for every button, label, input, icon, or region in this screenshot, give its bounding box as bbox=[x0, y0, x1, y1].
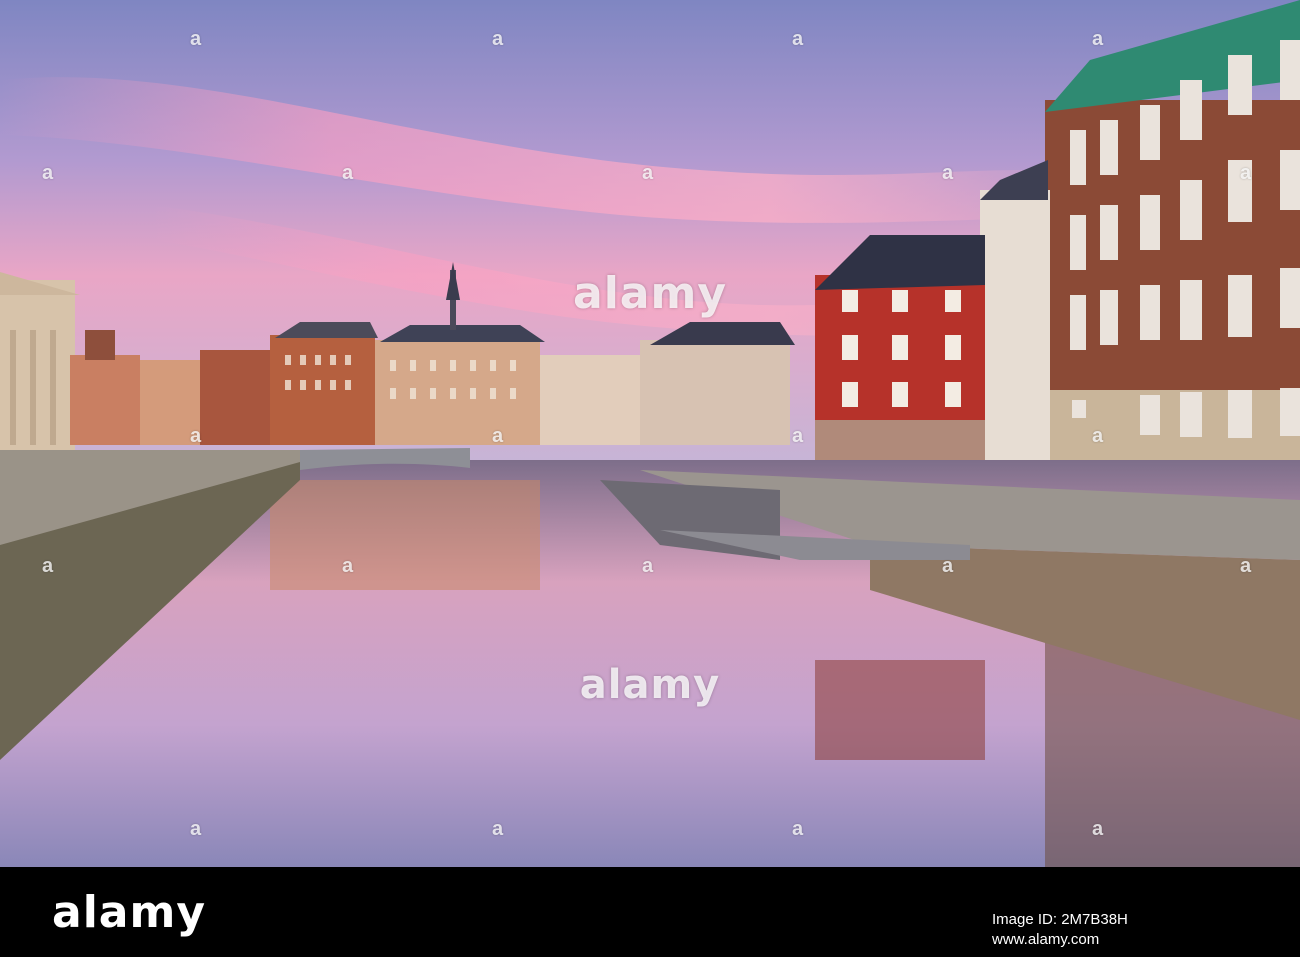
alamy-logo[interactable]: alamy bbox=[52, 887, 206, 938]
footer-bar: alamy Image ID: 2M7B38H www.alamy.com bbox=[0, 867, 1300, 957]
watermark-tile: a bbox=[42, 555, 54, 577]
watermark-tile: a bbox=[1240, 162, 1252, 184]
watermark-tile: a bbox=[190, 28, 202, 50]
image-id: Image ID: 2M7B38H bbox=[992, 911, 1128, 928]
watermark-tile: a bbox=[792, 818, 804, 840]
watermark-tile: a bbox=[1092, 818, 1104, 840]
site-url[interactable]: www.alamy.com bbox=[992, 931, 1099, 948]
watermark-tile: a bbox=[1092, 28, 1104, 50]
watermark-tile: a bbox=[342, 162, 354, 184]
watermark-tile: a bbox=[792, 28, 804, 50]
watermark-tile: a bbox=[642, 555, 654, 577]
watermark-tile: a bbox=[42, 162, 54, 184]
cream-building bbox=[980, 160, 1050, 500]
watermark-tile: a bbox=[1092, 425, 1104, 447]
watermark-tile: a bbox=[942, 555, 954, 577]
photo-canvas: a a a a a a a a a a a a a a a a a a a a … bbox=[0, 0, 1300, 867]
watermark-tile: a bbox=[190, 425, 202, 447]
watermark-tile: a bbox=[1240, 555, 1252, 577]
watermark-tile: a bbox=[792, 425, 804, 447]
watermark-tile: a bbox=[492, 28, 504, 50]
watermark-tile: a bbox=[942, 162, 954, 184]
watermark-logo-top: alamy bbox=[573, 268, 727, 319]
watermark-logo-middle: alamy bbox=[579, 662, 721, 708]
watermark-tile: a bbox=[492, 818, 504, 840]
watermark-tile: a bbox=[190, 818, 202, 840]
watermark-tile: a bbox=[342, 555, 354, 577]
watermark-tile: a bbox=[492, 425, 504, 447]
watermark-tile: a bbox=[642, 162, 654, 184]
stock-photo: a a a a a a a a a a a a a a a a a a a a … bbox=[0, 0, 1300, 957]
